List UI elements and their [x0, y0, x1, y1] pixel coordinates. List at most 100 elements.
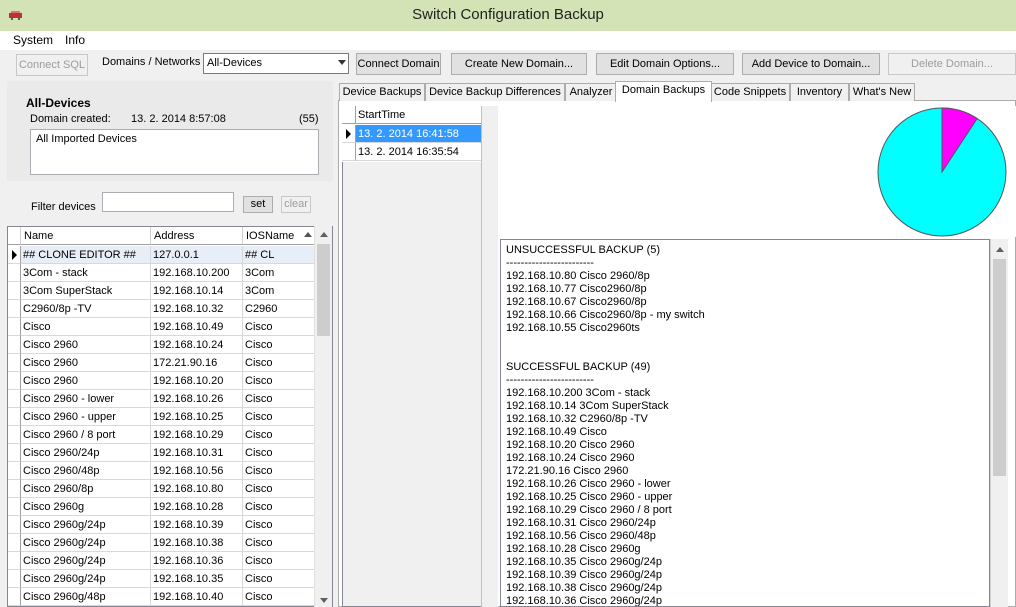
table-row[interactable]: Cisco 2960/8p 192.168.10.80 Cisco: [8, 480, 315, 498]
cell-name[interactable]: C2960/8p -TV: [21, 300, 151, 318]
table-row[interactable]: Cisco 2960g/24p 192.168.10.39 Cisco: [8, 516, 315, 534]
cell-address[interactable]: 172.21.90.16: [151, 354, 243, 372]
cell-address[interactable]: 127.0.0.1: [151, 246, 243, 264]
cell-name[interactable]: Cisco 2960g/24p: [21, 570, 151, 588]
cell-address[interactable]: 192.168.10.24: [151, 336, 243, 354]
tab-domain-backups[interactable]: Domain Backups: [615, 81, 712, 102]
cell-name[interactable]: Cisco 2960g/24p: [21, 552, 151, 570]
cell-address[interactable]: 192.168.10.32: [151, 300, 243, 318]
table-row[interactable]: Cisco 192.168.10.49 Cisco: [8, 318, 315, 336]
cell-name[interactable]: Cisco 2960: [21, 372, 151, 390]
report-scrollbar[interactable]: [990, 239, 1008, 607]
row-header[interactable]: [8, 354, 21, 372]
device-grid-scrollbar[interactable]: [314, 226, 332, 607]
row-header[interactable]: [8, 588, 21, 606]
row-header[interactable]: [8, 264, 21, 282]
cell-ios[interactable]: Cisco: [243, 426, 315, 444]
column-header-name[interactable]: Name: [21, 227, 151, 245]
row-header[interactable]: [8, 462, 21, 480]
cell-ios[interactable]: Cisco: [243, 444, 315, 462]
table-row[interactable]: Cisco 2960 192.168.10.24 Cisco: [8, 336, 315, 354]
cell-name[interactable]: Cisco 2960 - lower: [21, 390, 151, 408]
table-row[interactable]: Cisco 2960g/48p 192.168.10.40 Cisco: [8, 588, 315, 606]
menu-system[interactable]: System: [13, 33, 53, 47]
cell-address[interactable]: 192.168.10.39: [151, 516, 243, 534]
cell-ios[interactable]: Cisco: [243, 354, 315, 372]
cell-address[interactable]: 192.168.10.40: [151, 588, 243, 606]
cell-ios[interactable]: 3Com: [243, 264, 315, 282]
row-header[interactable]: [8, 336, 21, 354]
table-row[interactable]: C2960/8p -TV 192.168.10.32 C2960: [8, 300, 315, 318]
tab-inventory[interactable]: Inventory: [790, 83, 849, 101]
menu-info[interactable]: Info: [65, 33, 85, 47]
row-header[interactable]: [8, 552, 21, 570]
scroll-up-icon[interactable]: [320, 232, 328, 237]
device-grid[interactable]: Name Address IOSName ## CLONE EDITOR ## 1…: [7, 226, 333, 607]
cell-ios[interactable]: Cisco: [243, 570, 315, 588]
row-header[interactable]: [8, 444, 21, 462]
backup-time-cell[interactable]: 13. 2. 2014 16:41:58: [356, 125, 481, 143]
tab-code-snippets[interactable]: Code Snippets: [710, 83, 790, 101]
table-row[interactable]: Cisco 2960 / 8 port 192.168.10.29 Cisco: [8, 426, 315, 444]
filter-clear-button[interactable]: clear: [281, 196, 311, 213]
table-row[interactable]: Cisco 2960 192.168.10.20 Cisco: [8, 372, 315, 390]
cell-name[interactable]: Cisco 2960/48p: [21, 462, 151, 480]
column-header-address[interactable]: Address: [151, 227, 243, 245]
filter-input[interactable]: [102, 192, 234, 212]
row-header[interactable]: [8, 390, 21, 408]
row-header[interactable]: [8, 318, 21, 336]
cell-address[interactable]: 192.168.10.20: [151, 372, 243, 390]
cell-address[interactable]: 192.168.10.200: [151, 264, 243, 282]
table-row[interactable]: Cisco 2960g/24p 192.168.10.35 Cisco: [8, 570, 315, 588]
cell-name[interactable]: Cisco 2960 - upper: [21, 408, 151, 426]
tab-device-backups[interactable]: Device Backups: [339, 83, 425, 101]
row-header[interactable]: [8, 570, 21, 588]
create-domain-button[interactable]: Create New Domain...: [451, 53, 587, 75]
table-row[interactable]: Cisco 2960 - lower 192.168.10.26 Cisco: [8, 390, 315, 408]
cell-name[interactable]: 3Com SuperStack: [21, 282, 151, 300]
backup-times-scrollbar[interactable]: [481, 106, 498, 607]
cell-name[interactable]: Cisco 2960 / 8 port: [21, 426, 151, 444]
cell-address[interactable]: 192.168.10.38: [151, 534, 243, 552]
table-row[interactable]: Cisco 2960/48p 192.168.10.56 Cisco: [8, 462, 315, 480]
scroll-up-icon[interactable]: [996, 247, 1004, 252]
cell-name[interactable]: Cisco 2960: [21, 354, 151, 372]
cell-address[interactable]: 192.168.10.14: [151, 282, 243, 300]
table-row[interactable]: 3Com - stack 192.168.10.200 3Com: [8, 264, 315, 282]
column-header-starttime[interactable]: StartTime: [356, 106, 481, 124]
cell-address[interactable]: 192.168.10.31: [151, 444, 243, 462]
row-header[interactable]: [8, 426, 21, 444]
cell-ios[interactable]: 3Com: [243, 282, 315, 300]
cell-ios[interactable]: Cisco: [243, 336, 315, 354]
domain-select[interactable]: All-Devices: [203, 53, 349, 74]
scroll-thumb[interactable]: [993, 259, 1006, 476]
cell-name[interactable]: Cisco 2960/24p: [21, 444, 151, 462]
row-header[interactable]: [8, 372, 21, 390]
connect-sql-button[interactable]: Connect SQL: [16, 54, 88, 76]
edit-domain-button[interactable]: Edit Domain Options...: [596, 53, 734, 75]
current-row-indicator[interactable]: [342, 125, 356, 143]
table-row[interactable]: ## CLONE EDITOR ## 127.0.0.1 ## CL: [8, 246, 315, 264]
cell-ios[interactable]: Cisco: [243, 372, 315, 390]
backup-times-grid[interactable]: [342, 106, 482, 607]
scroll-down-icon[interactable]: [320, 598, 328, 603]
row-header[interactable]: [8, 534, 21, 552]
tab-device-backup-differences[interactable]: Device Backup Differences: [425, 83, 565, 101]
cell-name[interactable]: ## CLONE EDITOR ##: [21, 246, 151, 264]
filter-set-button[interactable]: set: [243, 196, 273, 213]
cell-ios[interactable]: Cisco: [243, 516, 315, 534]
row-header[interactable]: [8, 300, 21, 318]
cell-ios[interactable]: Cisco: [243, 318, 315, 336]
cell-address[interactable]: 192.168.10.28: [151, 498, 243, 516]
cell-ios[interactable]: Cisco: [243, 462, 315, 480]
row-header[interactable]: [8, 282, 21, 300]
scroll-thumb[interactable]: [317, 244, 330, 336]
row-header[interactable]: [8, 408, 21, 426]
backup-report[interactable]: UNSUCCESSFUL BACKUP (5) -----------------…: [500, 239, 990, 607]
cell-name[interactable]: Cisco 2960: [21, 336, 151, 354]
cell-name[interactable]: Cisco: [21, 318, 151, 336]
row-header[interactable]: [342, 143, 356, 161]
cell-address[interactable]: 192.168.10.49: [151, 318, 243, 336]
table-row[interactable]: Cisco 2960g/24p 192.168.10.38 Cisco: [8, 534, 315, 552]
table-row[interactable]: Cisco 2960 - upper 192.168.10.25 Cisco: [8, 408, 315, 426]
